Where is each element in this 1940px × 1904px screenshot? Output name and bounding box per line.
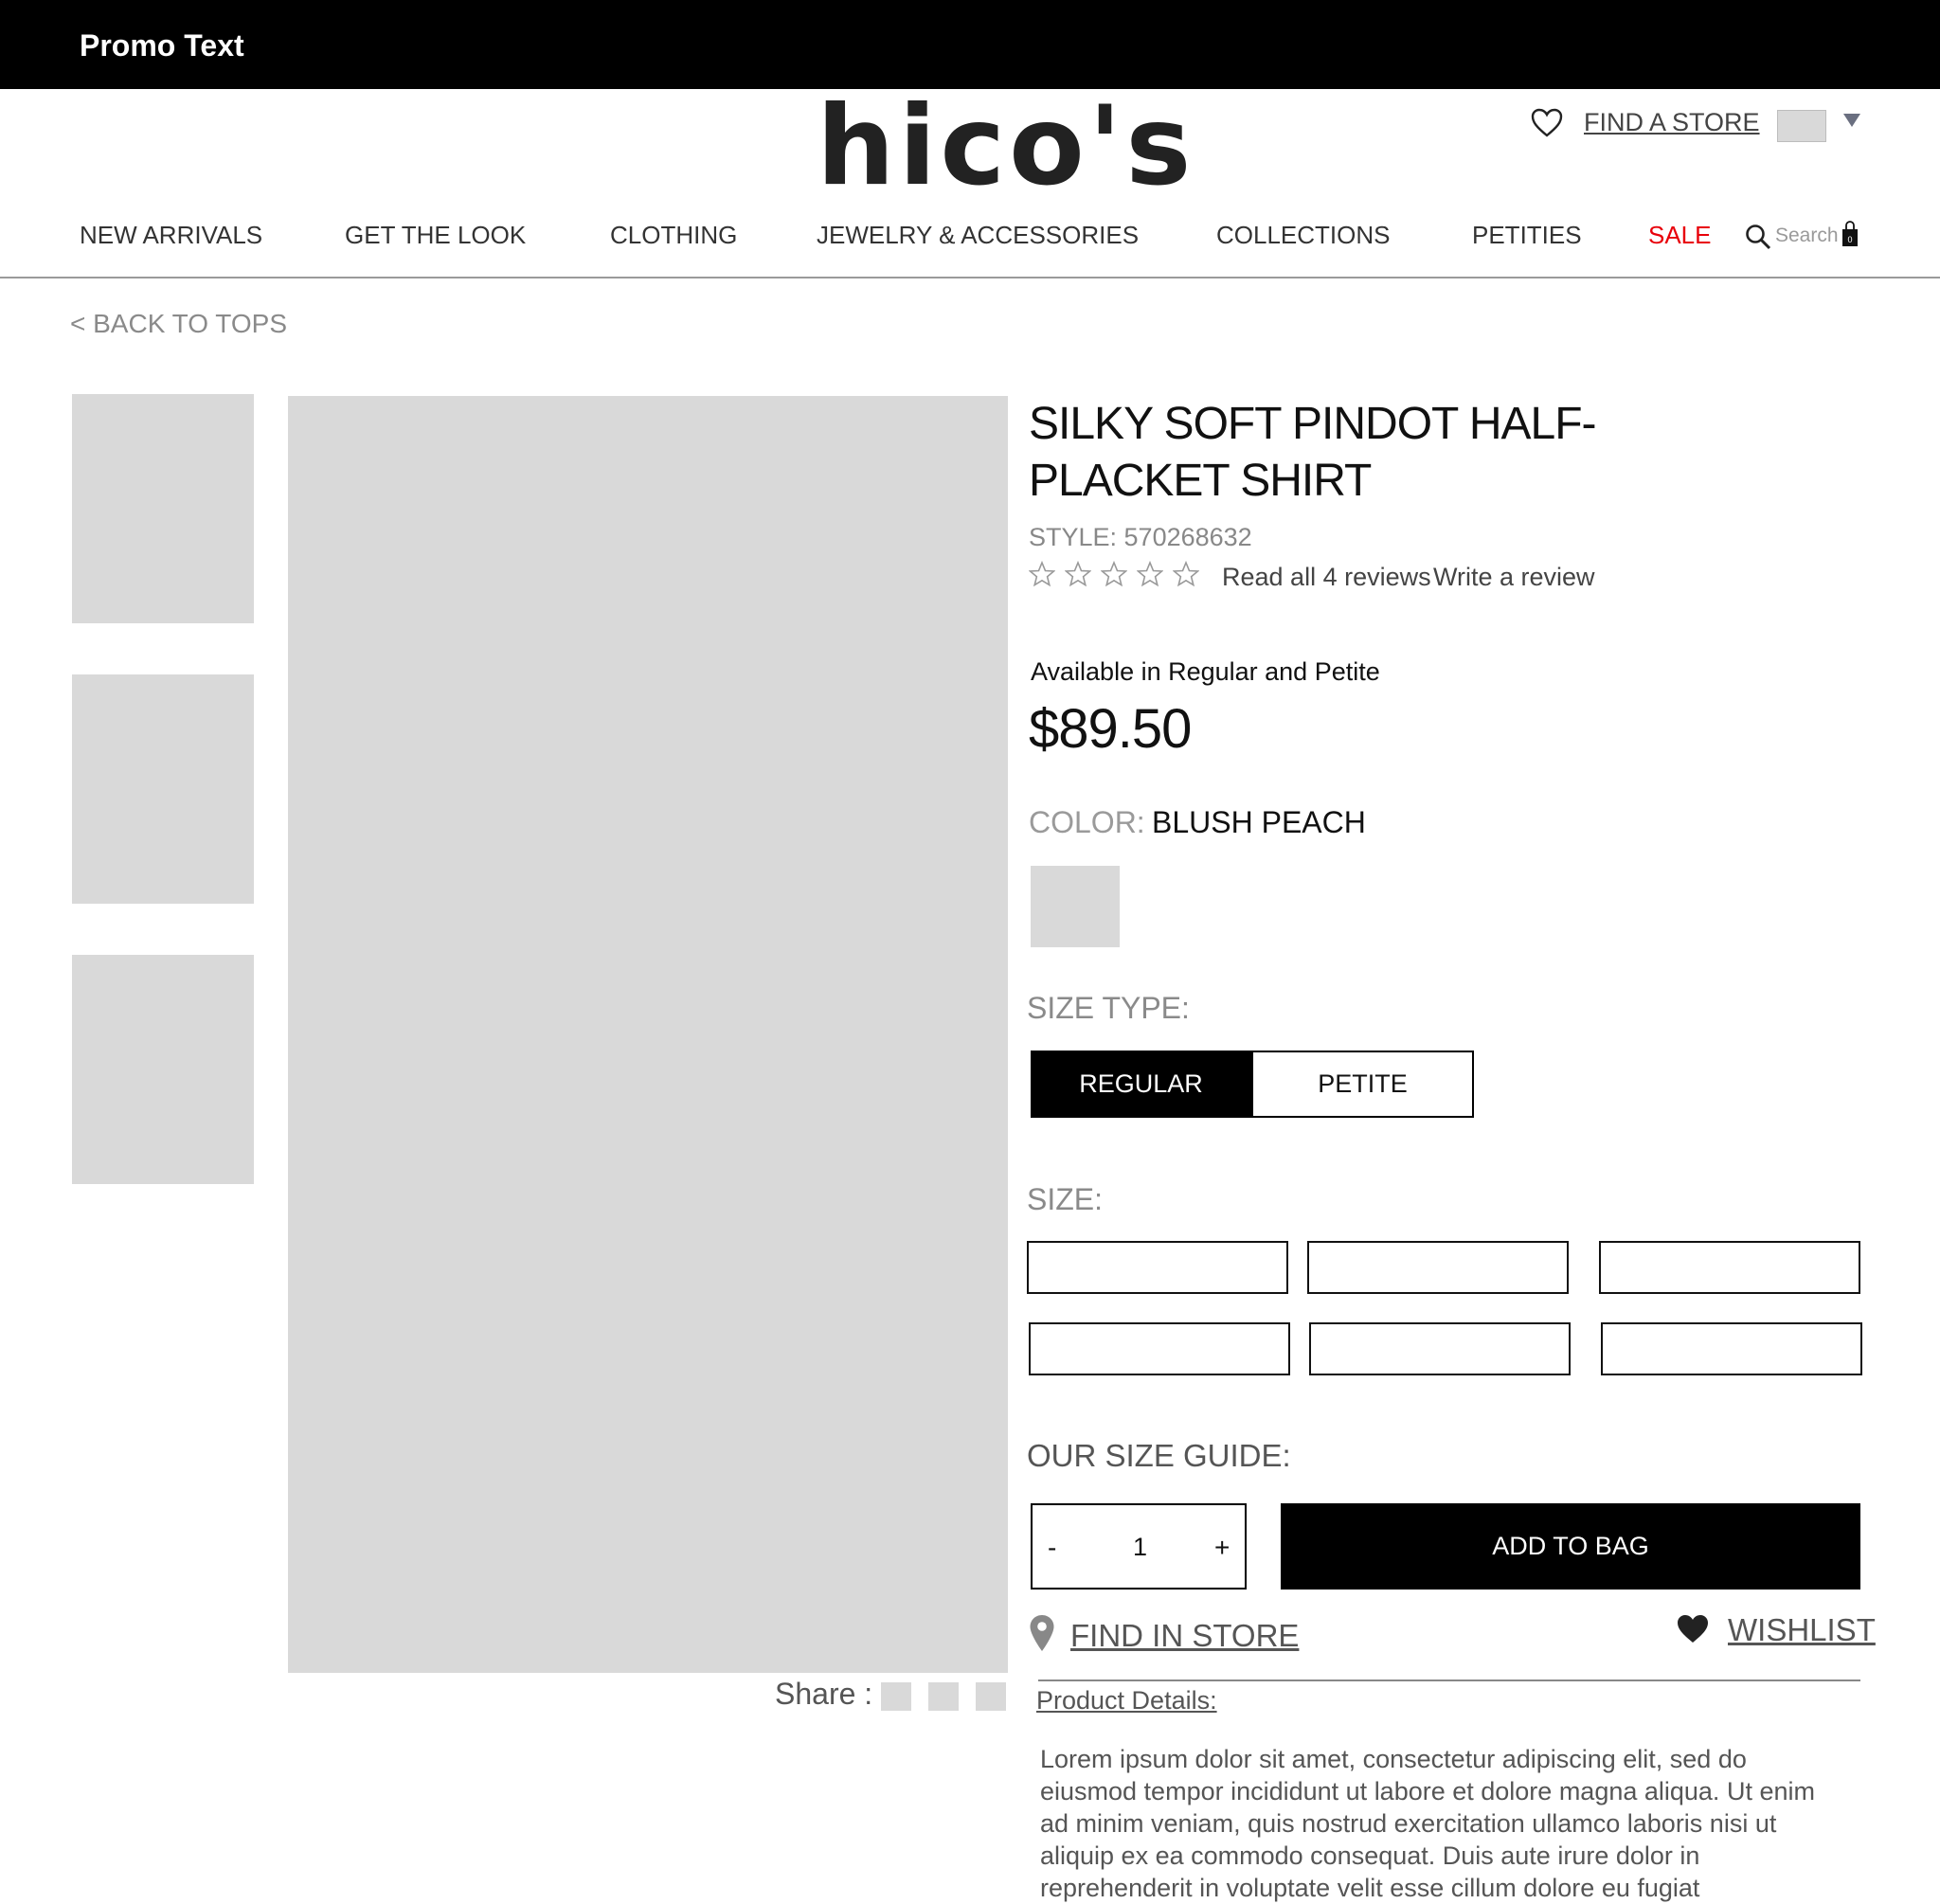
- share-twitter-icon[interactable]: [928, 1682, 959, 1711]
- star-icon: [1137, 561, 1163, 587]
- product-thumbnail[interactable]: [72, 674, 254, 904]
- nav-divider: [0, 277, 1940, 278]
- product-style-number: STYLE: 570268632: [1029, 523, 1252, 551]
- color-value: BLUSH PEACH: [1152, 805, 1366, 839]
- rating-stars[interactable]: [1029, 561, 1209, 592]
- size-type-petite-button[interactable]: PETITE: [1251, 1051, 1474, 1118]
- star-icon: [1101, 561, 1127, 587]
- product-thumbnail[interactable]: [72, 955, 254, 1184]
- caret-down-icon[interactable]: [1843, 114, 1860, 127]
- brand-logo[interactable]: hico's: [817, 92, 1191, 202]
- size-option[interactable]: [1601, 1322, 1862, 1375]
- product-details-text: Lorem ipsum dolor sit amet, consectetur …: [1040, 1745, 1815, 1902]
- bag-count: 0: [1847, 235, 1852, 244]
- nav-item-clothing[interactable]: CLOTHING: [610, 221, 737, 250]
- heart-filled-icon[interactable]: [1677, 1614, 1709, 1644]
- nav-item-new-arrivals[interactable]: NEW ARRIVALS: [80, 221, 262, 250]
- shopping-bag-icon[interactable]: 0: [1841, 221, 1859, 247]
- share-label: Share :: [775, 1677, 873, 1711]
- quantity-decrease-button[interactable]: -: [1048, 1533, 1056, 1563]
- product-title: SILKY SOFT PINDOT HALF-PLACKET SHIRT: [1029, 399, 1597, 506]
- product-main-image[interactable]: [288, 396, 1008, 1673]
- nav-item-get-the-look[interactable]: GET THE LOOK: [345, 221, 526, 250]
- promo-text: Promo Text: [80, 28, 244, 63]
- size-option[interactable]: [1027, 1241, 1288, 1294]
- heart-outline-icon[interactable]: [1531, 108, 1563, 138]
- size-option[interactable]: [1309, 1322, 1571, 1375]
- size-type-label: SIZE TYPE:: [1027, 991, 1190, 1025]
- location-pin-icon: [1030, 1615, 1054, 1651]
- nav-item-jewelry-accessories[interactable]: JEWELRY & ACCESSORIES: [817, 221, 1139, 250]
- star-icon: [1065, 561, 1091, 587]
- star-icon: [1173, 561, 1199, 587]
- color-label: COLOR:: [1029, 805, 1145, 839]
- quantity-increase-button[interactable]: +: [1214, 1533, 1230, 1563]
- product-price: $89.50: [1029, 698, 1192, 760]
- flag-icon[interactable]: [1777, 110, 1826, 142]
- search-icon[interactable]: [1745, 224, 1771, 250]
- size-guide-link[interactable]: OUR SIZE GUIDE:: [1027, 1438, 1291, 1474]
- nav-item-sale[interactable]: SALE: [1648, 221, 1712, 250]
- read-reviews-link[interactable]: Read all 4 reviews: [1222, 563, 1431, 592]
- share-facebook-icon[interactable]: [881, 1682, 911, 1711]
- quantity-value[interactable]: 1: [1133, 1533, 1147, 1562]
- size-option[interactable]: [1029, 1322, 1290, 1375]
- write-review-link[interactable]: Write a review: [1433, 563, 1595, 592]
- size-label: SIZE:: [1027, 1182, 1104, 1216]
- find-a-store-link[interactable]: FIND A STORE: [1584, 108, 1760, 137]
- size-option[interactable]: [1307, 1241, 1569, 1294]
- product-details-heading[interactable]: Product Details:: [1036, 1686, 1217, 1715]
- availability-text: Available in Regular and Petite: [1031, 657, 1380, 686]
- size-option[interactable]: [1599, 1241, 1860, 1294]
- search-input[interactable]: Search: [1775, 225, 1839, 247]
- details-divider: [1038, 1679, 1860, 1681]
- share-pinterest-icon[interactable]: [976, 1682, 1006, 1711]
- add-to-bag-button[interactable]: ADD TO BAG: [1281, 1503, 1860, 1590]
- back-to-tops-link[interactable]: < BACK TO TOPS: [70, 309, 287, 339]
- find-in-store-link[interactable]: FIND IN STORE: [1070, 1618, 1299, 1654]
- size-type-regular-button[interactable]: REGULAR: [1031, 1051, 1251, 1118]
- star-icon: [1029, 561, 1055, 587]
- nav-item-collections[interactable]: COLLECTIONS: [1216, 221, 1391, 250]
- color-swatch[interactable]: [1031, 866, 1120, 947]
- promo-bar: [0, 0, 1940, 89]
- wishlist-link[interactable]: WISHLIST: [1728, 1612, 1876, 1648]
- nav-item-petities[interactable]: PETITIES: [1472, 221, 1582, 250]
- product-thumbnail[interactable]: [72, 394, 254, 623]
